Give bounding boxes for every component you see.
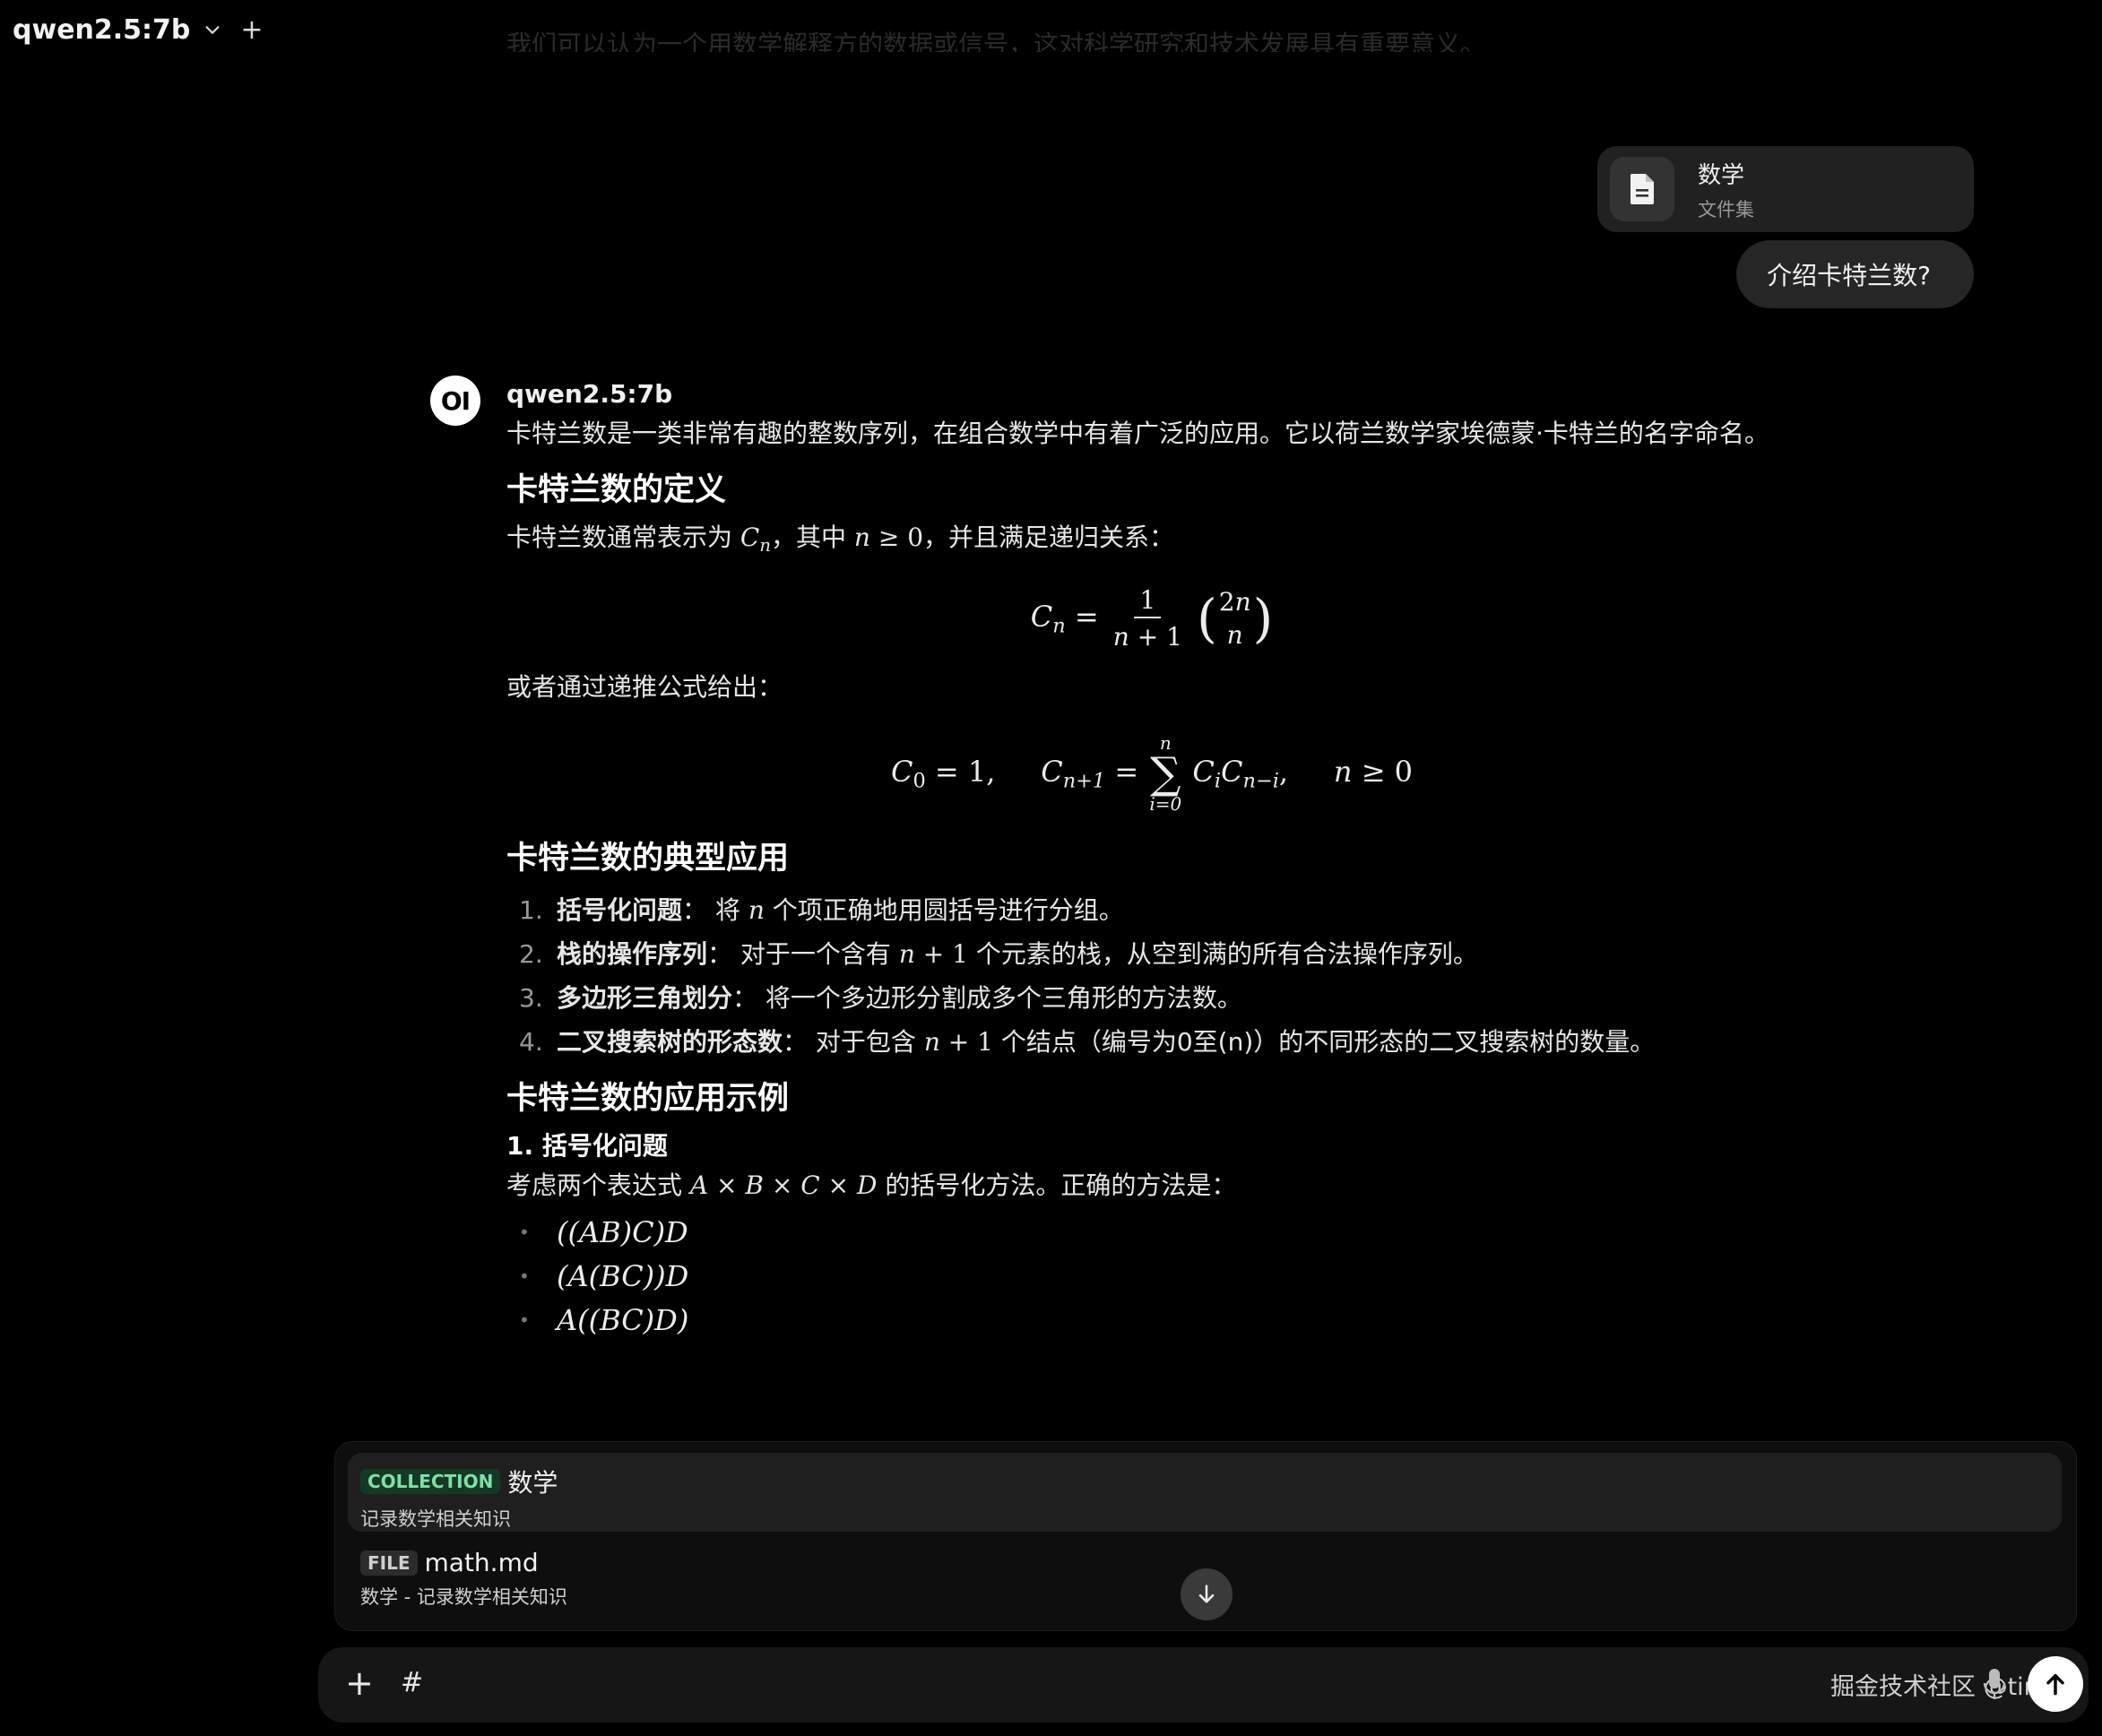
top-bar: qwen2.5:7b + [13,9,264,50]
heading-examples: 卡特兰数的应用示例 [506,1080,790,1117]
chat-input[interactable]: # [401,1667,423,1698]
new-chat-plus-icon[interactable]: + [240,14,263,46]
heading-example-1: 1. 括号化问题 [506,1130,668,1161]
formula-recursive: C0 = 1, Cn+1 = n ∑ i=0 CiCn−i, n ≥ 0 [890,731,1414,815]
file-badge: FILE [360,1550,418,1576]
collection-badge: COLLECTION [360,1469,501,1494]
faded-previous-text: 我们可以认为一个用数学解释方的数据或信号，这对科学研究和技术发展具有重要意义。 [506,30,1475,52]
collection-title: 数学 [1698,161,1745,189]
suggestion-collection[interactable]: COLLECTION 数学 记录数学相关知识 [348,1453,2062,1532]
parenthesization-list: • ((AB)C)D • (A(BC))D • A((BC)D) [506,1211,1797,1343]
intro-paragraph: 卡特兰数是一类非常有趣的整数序列，在组合数学中有着广泛的应用。它以荷兰数学家埃德… [506,419,1769,448]
list-item: 1. 括号化问题： 将 n 个项正确地用圆括号进行分组。 [519,894,1124,925]
applications-list: 1. 括号化问题： 将 n 个项正确地用圆括号进行分组。 2. 栈的操作序列： 对于… [506,888,1797,1064]
recursive-intro: 或者通过递推公式给出： [506,671,783,702]
list-item: 4. 二叉搜索树的形态数： 对于包含 n + 1 个结点（编号为0至(n)）的不同… [519,1026,1656,1057]
list-item: 2. 栈的操作序列： 对于一个含有 n + 1 个元素的栈，从空到满的所有合法操作… [519,938,1478,969]
attach-plus-icon[interactable]: + [345,1663,374,1703]
assistant-message: qwen2.5:7b 卡特兰数是一类非常有趣的整数序列，在组合数学中有着广泛的应… [506,376,1797,1350]
arrow-up-icon [2046,1673,2064,1696]
list-item: 3. 多边形三角划分： 将一个多边形分割成多个三角形的方法数。 [519,982,1242,1013]
formula-binomial: Cn = 1n + 1 (2n n) [1030,584,1274,652]
list-item: • ((AB)C)D [519,1214,688,1249]
list-item: • A((BC)D) [519,1302,689,1337]
assistant-avatar: OI [430,376,480,426]
user-collection-card[interactable]: 数学 文件集 [1597,146,1974,232]
user-message-bubble: 介绍卡特兰数? [1736,240,1974,308]
model-selector[interactable]: qwen2.5:7b [13,14,190,46]
collection-subtitle: 文件集 [1698,198,1754,220]
example-paragraph: 考虑两个表达式 A × B × C × D 的括号化方法。正确的方法是： [506,1170,1237,1200]
list-item: • (A(BC))D [519,1258,689,1293]
definition-paragraph: 卡特兰数通常表示为 Cn，其中 n ≥ 0，并且满足递归关系： [506,523,1175,556]
send-button[interactable] [2028,1656,2083,1712]
document-icon [1610,157,1674,221]
heading-definition: 卡特兰数的定义 [506,472,727,508]
heading-applications: 卡特兰数的典型应用 [506,840,790,877]
arrow-down-icon [1198,1585,1215,1603]
scroll-down-button[interactable] [1181,1568,1233,1620]
assistant-name: qwen2.5:7b [506,379,673,409]
microphone-icon[interactable] [1981,1667,2008,1703]
chevron-down-icon[interactable] [203,20,222,39]
chat-input-bar: + # 掘金技术社区 @tinker [318,1647,2089,1723]
